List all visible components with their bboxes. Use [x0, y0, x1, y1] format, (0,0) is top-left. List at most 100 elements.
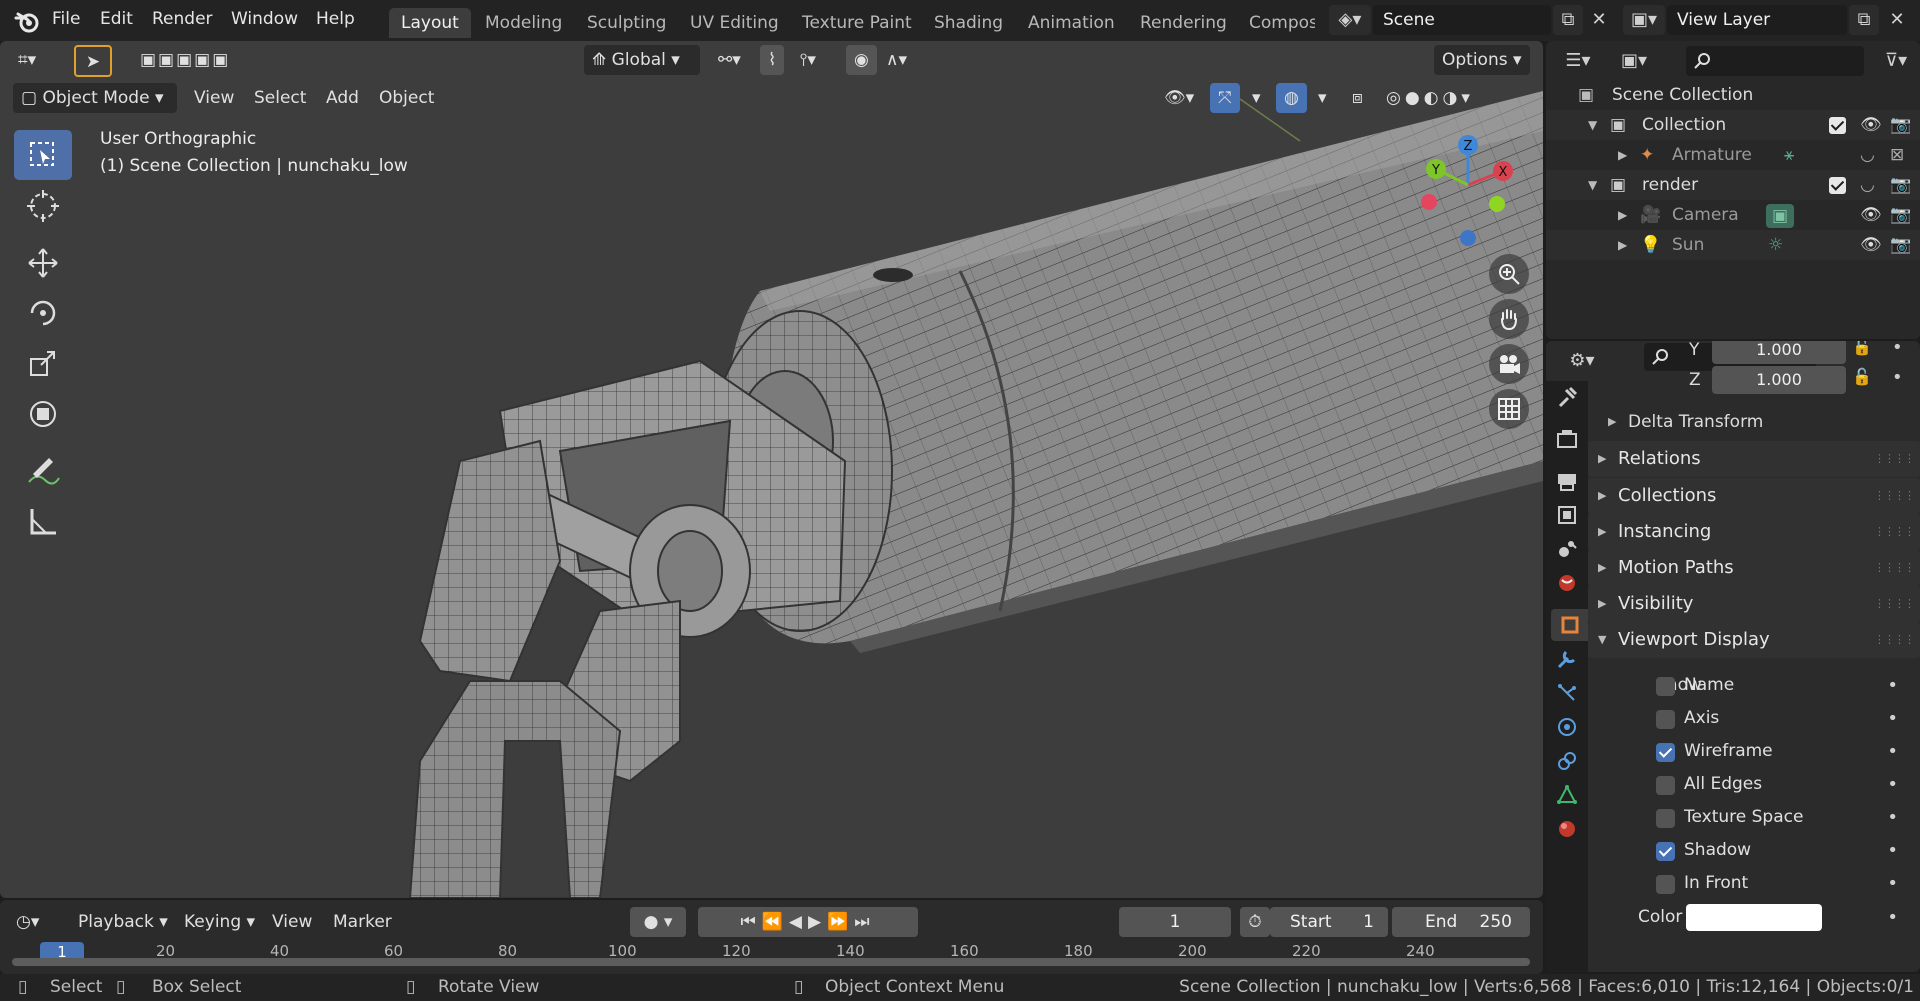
camera-data-icon[interactable]: ▣	[1766, 204, 1794, 228]
editor-type-button[interactable]: ⌗▾	[10, 45, 44, 75]
tool-cursor[interactable]	[14, 181, 72, 231]
eye-icon[interactable]: 👁	[1860, 200, 1882, 230]
menu-render[interactable]: Render	[152, 9, 213, 29]
expand-arrow-icon[interactable]: ▶	[1608, 407, 1616, 437]
visibility-icon[interactable]: 👁▾	[1156, 83, 1202, 113]
show-name-option[interactable]: Name •	[1588, 669, 1920, 702]
modifier-properties-icon[interactable]	[1551, 643, 1583, 675]
object-color-swatch[interactable]	[1686, 904, 1822, 931]
shading-mode-icons[interactable]: ◎●◐◑▾	[1378, 83, 1482, 113]
outliner-search-input[interactable]	[1686, 46, 1864, 76]
snap-target-icon[interactable]: ⫯▾	[792, 45, 824, 75]
timeline-menu-marker[interactable]: Marker	[333, 907, 392, 937]
keyframe-dot[interactable]: •	[1892, 367, 1903, 388]
tab-compositing[interactable]: Compos	[1237, 8, 1315, 38]
xray-icon[interactable]: ⧈	[1344, 83, 1371, 113]
outliner-row-render[interactable]: ▼ ▣ render ◡ 📷	[1546, 170, 1920, 200]
object-properties-icon[interactable]	[1551, 609, 1588, 641]
drag-handle-icon[interactable]: ⋮⋮⋮⋮	[1874, 441, 1915, 477]
display-mode-icon[interactable]: ▣▾	[1612, 46, 1656, 76]
show-wireframe-option[interactable]: Wireframe •	[1588, 735, 1920, 768]
camera-render-icon[interactable]: 📷	[1890, 170, 1911, 200]
tab-modeling[interactable]: Modeling	[473, 8, 574, 38]
tool-transform[interactable]	[14, 389, 72, 439]
lock-icon[interactable]: 🔓	[1852, 367, 1872, 386]
tool-measure[interactable]	[14, 497, 72, 547]
mode-dropdown[interactable]: ▢ Object Mode ▾	[13, 83, 177, 113]
tab-animation[interactable]: Animation	[1016, 8, 1127, 38]
material-properties-icon[interactable]	[1551, 813, 1583, 845]
keyframe-dot[interactable]: •	[1892, 341, 1903, 358]
timeline-scrollbar[interactable]	[12, 958, 1530, 966]
show-all-edges-option[interactable]: All Edges •	[1588, 768, 1920, 801]
camera-view-icon[interactable]	[1489, 344, 1529, 384]
overlays-toggle-icon[interactable]: ◍	[1276, 83, 1307, 113]
camera-render-icon[interactable]: 📷	[1890, 200, 1911, 230]
tab-layout[interactable]: Layout	[389, 8, 471, 38]
gizmo-toggle-icon[interactable]: ⤧	[1210, 83, 1240, 113]
outliner-editor-icon[interactable]: ☰▾	[1556, 46, 1600, 76]
keyframe-dot[interactable]: •	[1887, 801, 1898, 834]
gizmo-dropdown-icon[interactable]: ▾	[1244, 83, 1269, 113]
collection-checkbox[interactable]	[1829, 117, 1846, 134]
playback-controls[interactable]: ⏮⏪◀▶⏩⏭	[698, 907, 918, 937]
outliner[interactable]: ☰▾ ▣▾ ⊽▾ ▣ Scene Collection ▼ ▣ Collecti…	[1546, 41, 1920, 339]
gizmo-neg-y[interactable]	[1489, 196, 1505, 212]
expand-arrow-icon[interactable]: ▼	[1588, 110, 1597, 140]
menu-edit[interactable]: Edit	[100, 9, 133, 29]
scene-selector-icon[interactable]: ◈▾	[1329, 5, 1371, 35]
zoom-icon[interactable]	[1489, 254, 1529, 294]
expand-arrow-icon[interactable]: ▶	[1618, 140, 1627, 170]
tool-settings-icon[interactable]	[1551, 381, 1583, 413]
show-wireframe-checkbox[interactable]	[1656, 743, 1675, 762]
playback-menu[interactable]: Playback ▾	[70, 907, 176, 937]
sun-data-icon[interactable]: ☼	[1768, 230, 1783, 260]
outliner-row-armature[interactable]: ▶ ✦ Armature ⚹ ◡ ⊠	[1546, 140, 1920, 170]
physics-properties-icon[interactable]	[1551, 711, 1583, 743]
eye-icon[interactable]: 👁	[1860, 110, 1882, 140]
camera-render-icon[interactable]: 📷	[1890, 110, 1911, 140]
scene-name-field[interactable]: Scene	[1373, 5, 1551, 35]
menu-window[interactable]: Window	[231, 9, 298, 29]
section-viewport-display[interactable]: ▼ Viewport Display ⋮⋮⋮⋮	[1588, 622, 1920, 658]
outliner-row-collection[interactable]: ▼ ▣ Collection 👁 📷	[1546, 110, 1920, 140]
expand-arrow-icon[interactable]: ▶	[1598, 441, 1606, 477]
properties-editor[interactable]: ⚙▾ Y 1.000 🔓 • Z 1.000 🔓 • ▶ Delta Trans…	[1546, 341, 1920, 972]
selection-mode-icons[interactable]: ▣▣▣▣▣	[132, 45, 238, 75]
keyframe-dot[interactable]: •	[1887, 735, 1898, 768]
keyframe-dot[interactable]: •	[1887, 867, 1898, 900]
object-data-properties-icon[interactable]	[1551, 779, 1583, 811]
drag-handle-icon[interactable]: ⋮⋮⋮⋮	[1874, 550, 1915, 586]
viewport-menu-object[interactable]: Object	[371, 83, 442, 113]
record-button[interactable]: ● ▾	[630, 907, 686, 937]
expand-arrow-icon[interactable]: ▶	[1598, 478, 1606, 514]
drag-handle-icon[interactable]: ⋮⋮⋮⋮	[1874, 514, 1915, 550]
scale-z-field[interactable]: 1.000	[1712, 366, 1846, 394]
menu-file[interactable]: File	[52, 9, 80, 29]
camera-render-icon[interactable]: 📷	[1890, 230, 1911, 260]
gizmo-neg-z[interactable]	[1460, 230, 1476, 246]
keyframe-dot[interactable]: •	[1887, 702, 1898, 735]
tool-select-box[interactable]	[14, 130, 72, 180]
render-collection-checkbox[interactable]	[1829, 177, 1846, 194]
falloff-icon[interactable]: ∧▾	[878, 45, 915, 75]
scale-y-field[interactable]: 1.000	[1712, 341, 1846, 364]
expand-arrow-icon[interactable]: ▶	[1598, 514, 1606, 550]
section-motion-paths[interactable]: ▶ Motion Paths ⋮⋮⋮⋮	[1588, 550, 1920, 586]
gizmo-neg-x[interactable]	[1421, 194, 1437, 210]
tool-move[interactable]	[14, 238, 72, 288]
viewport-menu-view[interactable]: View	[186, 83, 242, 113]
keyframe-dot[interactable]: •	[1887, 901, 1898, 934]
timeline-editor-icon[interactable]: ◷▾	[16, 907, 39, 937]
tab-shading[interactable]: Shading	[922, 8, 1015, 38]
select-tool-icon[interactable]: ➤	[74, 45, 112, 77]
tool-rotate[interactable]	[14, 288, 72, 338]
show-texture-space-option[interactable]: Texture Space •	[1588, 801, 1920, 834]
new-view-layer-icon[interactable]: ⧉	[1849, 5, 1879, 35]
delta-transform-subpanel[interactable]: ▶ Delta Transform	[1588, 407, 1920, 437]
current-frame-field[interactable]: 1	[1119, 907, 1231, 937]
expand-arrow-icon[interactable]: ▼	[1588, 170, 1597, 200]
expand-arrow-icon[interactable]: ▶	[1618, 230, 1627, 260]
proportional-edit-icon[interactable]: ◉	[846, 45, 877, 75]
tool-annotate[interactable]	[14, 446, 72, 496]
